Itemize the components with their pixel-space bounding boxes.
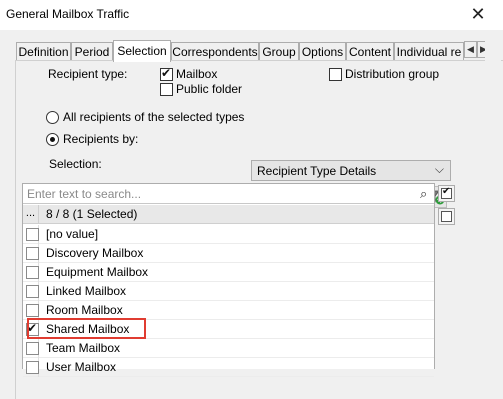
window-title: General Mailbox Traffic <box>6 7 130 21</box>
select-all-box <box>441 186 452 199</box>
dialog-body: Definition Period Selection Corresponden… <box>0 30 503 399</box>
tab-scroll-left-icon[interactable]: ◀ <box>464 41 477 58</box>
tab-content[interactable]: Content <box>346 42 394 61</box>
list-item[interactable]: Discovery Mailbox <box>23 244 434 263</box>
tab-period[interactable]: Period <box>71 42 113 61</box>
list-item[interactable]: Linked Mailbox <box>23 282 434 301</box>
list-item-label: User Mailbox <box>46 360 117 374</box>
list-item[interactable]: [no value] <box>23 225 434 244</box>
recipients-by-radio[interactable] <box>46 133 59 146</box>
chevron-down-icon: ⌵ <box>434 162 444 176</box>
tab-individual-reports[interactable]: Individual re <box>394 42 464 61</box>
dialog-scrollbar[interactable] <box>485 36 501 384</box>
list-header-menu[interactable]: ... <box>23 205 39 224</box>
tab-selection[interactable]: Selection <box>113 40 171 62</box>
recipient-type-label: Recipient type: <box>48 67 128 81</box>
list-item-checkbox[interactable] <box>26 266 39 279</box>
distribution-group-label: Distribution group <box>345 67 440 81</box>
recipients-by-dropdown-value: Recipient Type Details <box>257 164 377 178</box>
list-item-checkbox[interactable] <box>26 228 39 241</box>
search-input[interactable]: Enter text to search... <box>27 187 141 201</box>
list-item-checkbox[interactable] <box>26 247 39 260</box>
tab-correspondents[interactable]: Correspondents <box>171 42 259 61</box>
all-recipients-label: All recipients of the selected types <box>63 110 245 124</box>
tab-options[interactable]: Options <box>299 42 346 61</box>
list-item-label: [no value] <box>46 227 99 241</box>
selection-label: Selection: <box>49 157 102 171</box>
tab-group[interactable]: Group <box>259 42 299 61</box>
list-item[interactable]: User Mailbox <box>23 358 434 377</box>
list-item-checkbox[interactable] <box>26 285 39 298</box>
mailbox-checkbox[interactable] <box>160 66 173 81</box>
close-icon[interactable]: ✕ <box>463 2 493 26</box>
selection-list: Enter text to search... ⌕ ... 8 / 8 (1 S… <box>22 183 435 377</box>
list-item-label: Linked Mailbox <box>46 284 127 298</box>
list-item-checkbox[interactable] <box>26 361 39 374</box>
tab-definition[interactable]: Definition <box>16 42 71 61</box>
list-item-checkbox[interactable] <box>26 342 39 355</box>
select-none-checkbox[interactable] <box>438 208 455 225</box>
list-selection-count: 8 / 8 (1 Selected) <box>46 207 138 221</box>
all-recipients-radio[interactable] <box>46 111 59 124</box>
list-item-label: Equipment Mailbox <box>46 265 149 279</box>
search-icon[interactable]: ⌕ <box>420 186 427 202</box>
list-search-bar[interactable]: Enter text to search... ⌕ <box>23 184 434 204</box>
selected-item-highlight <box>27 318 146 339</box>
window-titlebar: General Mailbox Traffic ✕ <box>0 0 503 30</box>
list-item[interactable]: Team Mailbox <box>23 339 434 358</box>
recipients-by-label: Recipients by: <box>63 132 139 146</box>
recipients-by-dropdown[interactable]: Recipient Type Details ⌵ <box>251 160 451 181</box>
distribution-group-checkbox[interactable] <box>329 68 342 81</box>
list-item[interactable]: Equipment Mailbox <box>23 263 434 282</box>
mailbox-label: Mailbox <box>176 67 218 81</box>
list-header: ... 8 / 8 (1 Selected) <box>23 205 434 224</box>
list-item-checkbox[interactable] <box>26 304 39 317</box>
select-none-box <box>441 211 452 222</box>
list-item-label: Discovery Mailbox <box>46 246 144 260</box>
list-item-label: Room Mailbox <box>46 303 123 317</box>
list-item-label: Team Mailbox <box>46 341 121 355</box>
public-folder-checkbox[interactable] <box>160 83 173 96</box>
public-folder-label: Public folder <box>176 82 243 96</box>
select-all-checkbox[interactable] <box>438 185 455 202</box>
